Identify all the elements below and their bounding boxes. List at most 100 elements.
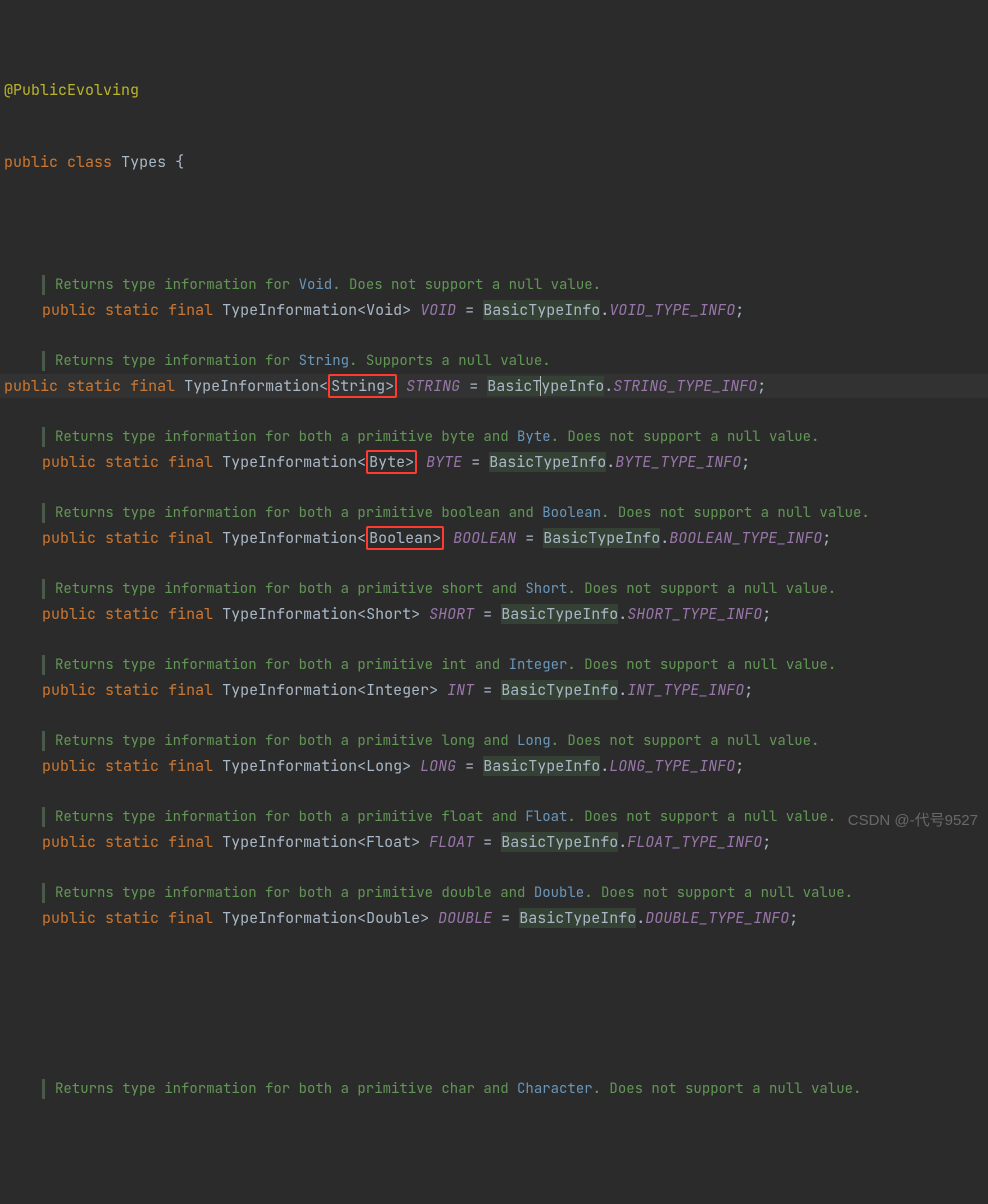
doc-bar-icon: [42, 655, 45, 675]
doc-link: Byte: [517, 428, 551, 446]
field-decl-line: public static final TypeInformation<Byte…: [4, 450, 984, 474]
type-information: TypeInformation: [184, 376, 319, 396]
kw-static: static: [105, 680, 159, 700]
doc-post: . Does not support a null value.: [567, 656, 836, 674]
doc-prim: byte: [441, 428, 475, 446]
dot: .: [618, 832, 627, 852]
doc-pre: Returns type information for both a prim…: [55, 808, 441, 826]
rhs-const: VOID_TYPE_INFO: [609, 300, 735, 320]
basic-type-info: BasicTypeInfo: [519, 908, 636, 928]
const-name: BOOLEAN: [453, 528, 516, 548]
kw-public: public: [4, 152, 58, 172]
doc-prim: char: [441, 1080, 475, 1098]
field-block: Returns type information for String. Sup…: [4, 348, 984, 398]
kw-public: public: [42, 528, 96, 548]
doc-text: Returns type information for String. Sup…: [55, 350, 551, 372]
doc-bar-icon: [42, 731, 45, 751]
rhs-const: BOOLEAN_TYPE_INFO: [669, 528, 822, 548]
doc-mid: and: [475, 1080, 517, 1098]
kw-public: public: [42, 452, 96, 472]
type-information: TypeInformation: [222, 300, 357, 320]
field-block: Returns type information for both a prim…: [4, 576, 984, 626]
doc-line: Returns type information for both a prim…: [4, 500, 984, 526]
doc-post: . Does not support a null value.: [593, 1080, 862, 1098]
equals: =: [460, 376, 487, 396]
doc-line: Returns type information for both a prim…: [4, 804, 984, 830]
doc-line: Returns type information for both a prim…: [4, 728, 984, 754]
field-block: Returns type information for both a prim…: [4, 804, 984, 854]
doc-post: . Does not support a null value.: [567, 808, 836, 826]
basic-type-info: BasicTypeInfo: [483, 756, 600, 776]
doc-post: . Supports a null value.: [349, 352, 551, 370]
annotation-line: @PublicEvolving: [4, 78, 984, 102]
rhs-const: INT_TYPE_INFO: [627, 680, 744, 700]
doc-link: String: [299, 352, 349, 370]
kw-final: final: [168, 756, 213, 776]
doc-text: Returns type information for both a prim…: [55, 806, 836, 828]
basic-type-info: BasicTypeInfo: [489, 452, 606, 472]
const-name: INT: [447, 680, 474, 700]
doc-mid: and: [483, 580, 525, 598]
dot: .: [618, 680, 627, 700]
semicolon: ;: [757, 376, 766, 396]
doc-pre: Returns type information for: [55, 352, 299, 370]
doc-text: Returns type information for both a prim…: [55, 426, 819, 448]
const-name: DOUBLE: [438, 908, 492, 928]
semicolon: ;: [735, 300, 744, 320]
doc-post: . Does not support a null value.: [551, 732, 820, 750]
doc-prim: long: [441, 732, 475, 750]
semicolon: ;: [822, 528, 831, 548]
doc-bar-icon: [42, 807, 45, 827]
doc-link: Long: [517, 732, 551, 750]
dot: .: [606, 452, 615, 472]
doc-line: Returns type information for both a prim…: [4, 652, 984, 678]
type-information: TypeInformation: [222, 452, 357, 472]
code-editor[interactable]: @PublicEvolving public class Types { Ret…: [0, 0, 988, 1204]
doc-bar-icon: [42, 579, 45, 599]
kw-public: public: [42, 300, 96, 320]
field-block: Returns type information for both a prim…: [4, 728, 984, 778]
type-information: TypeInformation: [222, 756, 357, 776]
equals: =: [456, 756, 483, 776]
field-block: Returns type information for both a prim…: [4, 880, 984, 930]
doc-pre: Returns type information for both a prim…: [55, 428, 441, 446]
field-decl-line: public static final TypeInformation<Doub…: [4, 906, 984, 930]
redbox-highlight: Byte>: [366, 450, 417, 474]
const-name: VOID: [420, 300, 456, 320]
generic-type: Short: [366, 604, 411, 624]
doc-prim: double: [441, 884, 491, 902]
semicolon: ;: [789, 908, 798, 928]
type-information: TypeInformation: [222, 908, 357, 928]
redbox-highlight: Boolean>: [366, 526, 444, 550]
basic-type-info: BasicT: [487, 376, 541, 396]
kw-public: public: [42, 908, 96, 928]
generic-type: Boolean: [369, 528, 432, 548]
doc-bar-icon: [42, 1079, 45, 1099]
doc-prim: int: [441, 656, 466, 674]
equals: =: [474, 680, 501, 700]
generic-type: Byte: [369, 452, 405, 472]
const-name: FLOAT: [429, 832, 474, 852]
doc-link: Double: [534, 884, 584, 902]
doc-mid: and: [475, 428, 517, 446]
generic-type: String: [331, 376, 385, 396]
doc-pre: Returns type information for both a prim…: [55, 580, 441, 598]
semicolon: ;: [762, 604, 771, 624]
kw-final: final: [168, 832, 213, 852]
doc-mid: and: [475, 732, 517, 750]
field-decl-line: public static final TypeInformation<Void…: [4, 298, 984, 322]
doc-text: Returns type information for both a prim…: [55, 882, 853, 904]
doc-post: . Does not support a null value.: [567, 580, 836, 598]
doc-text: Returns type information for both a prim…: [55, 502, 870, 524]
equals: =: [474, 832, 501, 852]
generic-type: Void: [366, 300, 402, 320]
doc-line: Returns type information for String. Sup…: [4, 348, 984, 374]
type-information: TypeInformation: [222, 680, 357, 700]
basic-type-info-cont: ypeInfo: [541, 376, 604, 396]
doc-pre: Returns type information for both a prim…: [55, 732, 441, 750]
rhs-const: BYTE_TYPE_INFO: [615, 452, 741, 472]
generic-type: Float: [366, 832, 411, 852]
kw-public: public: [42, 832, 96, 852]
doc-link: Short: [525, 580, 567, 598]
type-information: TypeInformation: [222, 604, 357, 624]
